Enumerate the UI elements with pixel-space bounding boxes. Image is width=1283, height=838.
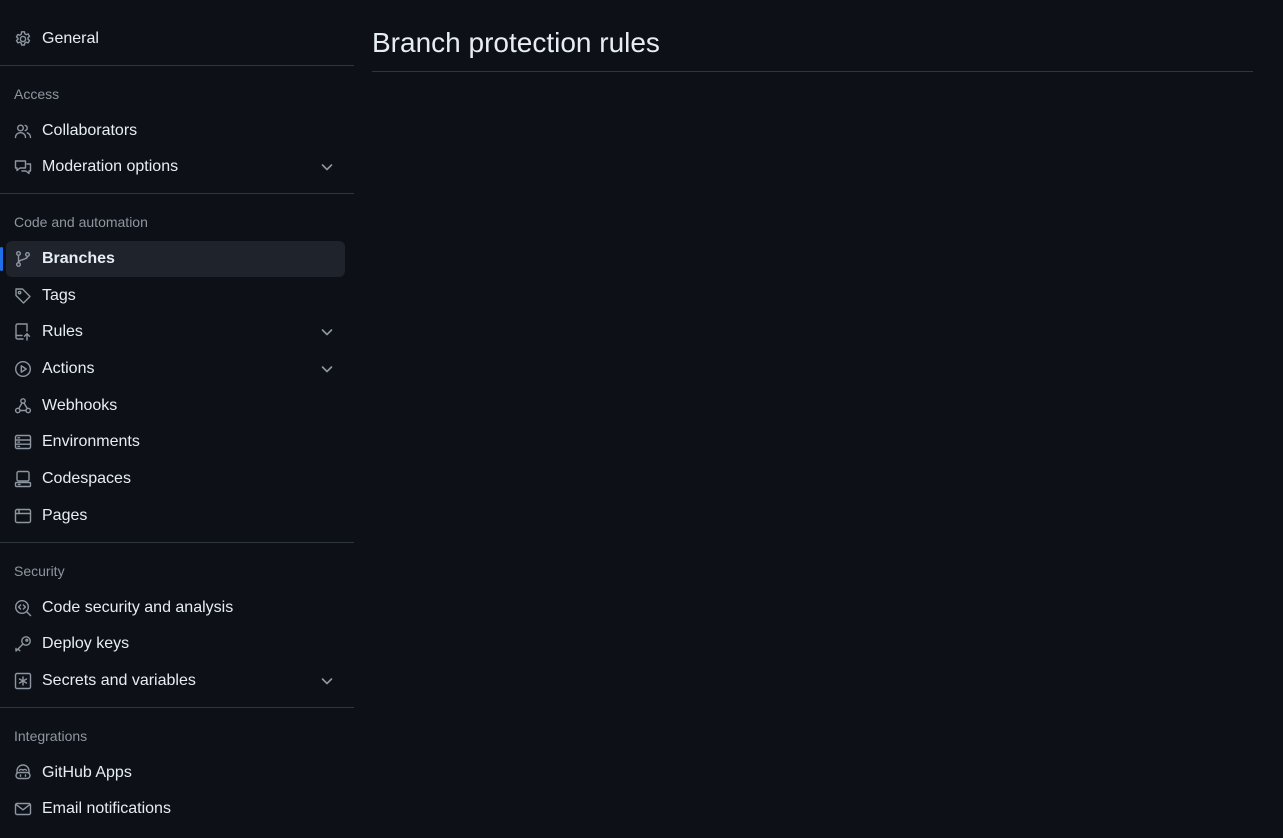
sidebar-divider bbox=[0, 707, 354, 708]
sidebar-item-codespaces[interactable]: Codespaces bbox=[6, 461, 345, 497]
repo-push-icon bbox=[14, 323, 32, 341]
section-heading-security: Security bbox=[14, 563, 65, 579]
chevron-down-icon[interactable] bbox=[320, 674, 334, 688]
webhook-icon bbox=[14, 397, 32, 415]
sidebar-item-label: Tags bbox=[42, 287, 76, 304]
sidebar-item-secrets-and-variables[interactable]: Secrets and variables bbox=[6, 663, 345, 699]
sidebar-item-collaborators[interactable]: Collaborators bbox=[6, 113, 345, 149]
sidebar-item-email-notifications[interactable]: Email notifications bbox=[6, 791, 345, 827]
sidebar-item-label: Collaborators bbox=[42, 122, 138, 139]
comment-discussion-icon bbox=[14, 158, 32, 176]
sidebar-item-label: Moderation options bbox=[42, 158, 179, 175]
sidebar-item-code-security[interactable]: Code security and analysis bbox=[6, 590, 345, 626]
sidebar-item-label: General bbox=[42, 30, 99, 47]
sidebar-item-label: GitHub Apps bbox=[42, 764, 132, 781]
browser-icon bbox=[14, 507, 32, 525]
chevron-down-icon[interactable] bbox=[320, 362, 334, 376]
server-icon bbox=[14, 433, 32, 451]
key-icon bbox=[14, 635, 32, 653]
sidebar-item-tags[interactable]: Tags bbox=[6, 278, 345, 314]
sidebar-item-general[interactable]: General bbox=[6, 21, 345, 57]
mail-icon bbox=[14, 800, 32, 818]
sidebar-divider bbox=[0, 193, 354, 194]
settings-page: General Access Collaborators Moderation … bbox=[0, 0, 1283, 838]
sidebar-divider bbox=[0, 542, 354, 543]
sidebar-item-github-apps[interactable]: GitHub Apps bbox=[6, 755, 345, 791]
sidebar-divider bbox=[0, 65, 354, 66]
copilot-icon bbox=[14, 764, 32, 782]
title-divider bbox=[372, 71, 1253, 72]
chevron-down-icon[interactable] bbox=[320, 325, 334, 339]
git-branch-icon bbox=[14, 250, 32, 268]
sidebar-item-label: Environments bbox=[42, 433, 140, 450]
sidebar-item-label: Branches bbox=[42, 250, 115, 267]
tag-icon bbox=[14, 287, 32, 305]
section-heading-code-and-automation: Code and automation bbox=[14, 214, 148, 230]
sidebar-item-deploy-keys[interactable]: Deploy keys bbox=[6, 626, 345, 662]
sidebar-item-rules[interactable]: Rules bbox=[6, 314, 345, 350]
selected-indicator bbox=[0, 247, 3, 271]
sidebar-item-label: Email notifications bbox=[42, 800, 171, 817]
key-asterisk-icon bbox=[14, 672, 32, 690]
sidebar-item-label: Rules bbox=[42, 323, 83, 340]
sidebar-item-label: Codespaces bbox=[42, 470, 131, 487]
sidebar-item-branches[interactable]: Branches bbox=[0, 241, 345, 277]
sidebar-item-label: Code security and analysis bbox=[42, 599, 234, 616]
section-heading-integrations: Integrations bbox=[14, 728, 88, 744]
sidebar-item-label: Deploy keys bbox=[42, 635, 130, 652]
settings-sidebar: General Access Collaborators Moderation … bbox=[0, 0, 354, 838]
sidebar-item-moderation-options[interactable]: Moderation options bbox=[6, 149, 345, 185]
gear-icon bbox=[14, 30, 32, 48]
codescan-icon bbox=[14, 599, 32, 617]
sidebar-item-webhooks[interactable]: Webhooks bbox=[6, 388, 345, 424]
codespaces-icon bbox=[14, 470, 32, 488]
play-icon bbox=[14, 360, 32, 378]
sidebar-item-label: Pages bbox=[42, 507, 88, 524]
sidebar-item-label: Secrets and variables bbox=[42, 672, 196, 689]
sidebar-item-label: Webhooks bbox=[42, 397, 118, 414]
sidebar-item-actions[interactable]: Actions bbox=[6, 351, 345, 387]
people-icon bbox=[14, 122, 32, 140]
page-title: Branch protection rules bbox=[372, 27, 660, 58]
sidebar-item-environments[interactable]: Environments bbox=[6, 424, 345, 460]
section-heading-access: Access bbox=[14, 86, 60, 102]
sidebar-item-label: Actions bbox=[42, 360, 95, 377]
chevron-down-icon[interactable] bbox=[320, 160, 334, 174]
sidebar-item-pages[interactable]: Pages bbox=[6, 498, 345, 534]
